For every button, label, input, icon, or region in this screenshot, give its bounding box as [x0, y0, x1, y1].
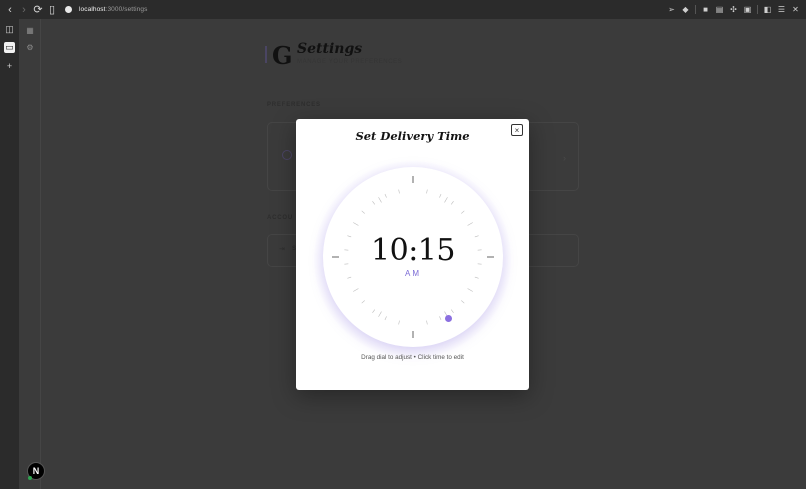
- dial-tick: [426, 189, 428, 194]
- dial-tick: [461, 300, 465, 304]
- delivery-time-modal: × Set Delivery Time 10:15 AM Drag dial t…: [296, 119, 529, 390]
- bookmark-icon[interactable]: ▯: [45, 0, 59, 19]
- am-pm-label[interactable]: AM: [323, 269, 503, 278]
- url-text[interactable]: localhost:3000/settings: [79, 6, 147, 13]
- status-dot: [28, 476, 32, 480]
- sidebar-toggle-icon[interactable]: ◧: [763, 5, 772, 14]
- dial-tick: [450, 201, 454, 205]
- site-info-icon[interactable]: [65, 6, 72, 13]
- extension-icon[interactable]: ■: [701, 5, 710, 14]
- signout-icon: ⇥: [279, 246, 285, 253]
- menu-icon[interactable]: ☰: [777, 5, 786, 14]
- clock-icon: [282, 150, 292, 160]
- dial-tick: [372, 309, 376, 313]
- time-dial[interactable]: 10:15 AM: [323, 167, 503, 347]
- dial-tick: [353, 288, 359, 292]
- settings-gear-icon[interactable]: ⚙: [25, 42, 35, 52]
- dial-tick: [398, 320, 400, 325]
- dial-tick: [398, 189, 400, 194]
- dial-tick: [439, 193, 442, 198]
- dial-tick: [461, 210, 465, 214]
- page-subtitle: MANAGE YOUR PREFERENCES: [297, 59, 403, 65]
- dial-tick: [467, 288, 473, 292]
- dial-handle[interactable]: [445, 314, 452, 322]
- brand-logo: G: [272, 41, 293, 70]
- close-window-icon[interactable]: ✕: [791, 5, 800, 14]
- dial-tick: [361, 300, 365, 304]
- grid-icon[interactable]: ▦: [25, 25, 35, 35]
- notes-icon[interactable]: ▤: [715, 5, 724, 14]
- new-tab-icon[interactable]: +: [4, 60, 15, 71]
- brand-accent-bar: [265, 46, 267, 63]
- modal-hint: Drag dial to adjust • Click time to edit: [361, 354, 464, 361]
- forward-icon[interactable]: ›: [17, 0, 31, 19]
- browser-sidebar: ◫ ▭ +: [0, 19, 19, 489]
- dial-tick: [378, 197, 382, 203]
- chevron-right-icon: ›: [563, 153, 566, 163]
- dial-tick: [426, 320, 428, 325]
- screenshot-icon[interactable]: ▣: [743, 5, 752, 14]
- back-icon[interactable]: ‹: [3, 0, 17, 19]
- browser-toolbar: ‹ › ⟳ ▯ localhost:3000/settings ➢ ◆ ■ ▤ …: [0, 0, 806, 19]
- dial-tick: [384, 193, 387, 198]
- tab-favicon-icon[interactable]: ▭: [4, 42, 15, 53]
- dial-tick: [372, 201, 376, 205]
- dial-tick: [353, 222, 359, 226]
- page-title: Settings: [297, 41, 363, 57]
- dial-tick: [450, 309, 454, 313]
- account-heading: ACCOU: [267, 215, 293, 221]
- shield-icon[interactable]: ◆: [681, 5, 690, 14]
- preferences-heading: PREFERENCES: [267, 102, 321, 108]
- panel-icon[interactable]: ◫: [4, 24, 15, 35]
- dial-tick: [378, 311, 382, 317]
- dial-tick: [361, 210, 365, 214]
- dial-tick: [444, 197, 448, 203]
- time-display[interactable]: 10:15: [323, 233, 503, 268]
- app-sidebar: ▦ ⚙: [19, 19, 41, 489]
- modal-title: Set Delivery Time: [355, 129, 470, 143]
- dial-tick: [467, 222, 473, 226]
- address-bar[interactable]: localhost:3000/settings: [65, 6, 147, 13]
- dial-tick: [384, 316, 387, 321]
- send-icon[interactable]: ➢: [667, 5, 676, 14]
- reload-icon[interactable]: ⟳: [31, 0, 45, 19]
- dial-tick: [439, 316, 442, 321]
- puzzle-icon[interactable]: ✣: [729, 5, 738, 14]
